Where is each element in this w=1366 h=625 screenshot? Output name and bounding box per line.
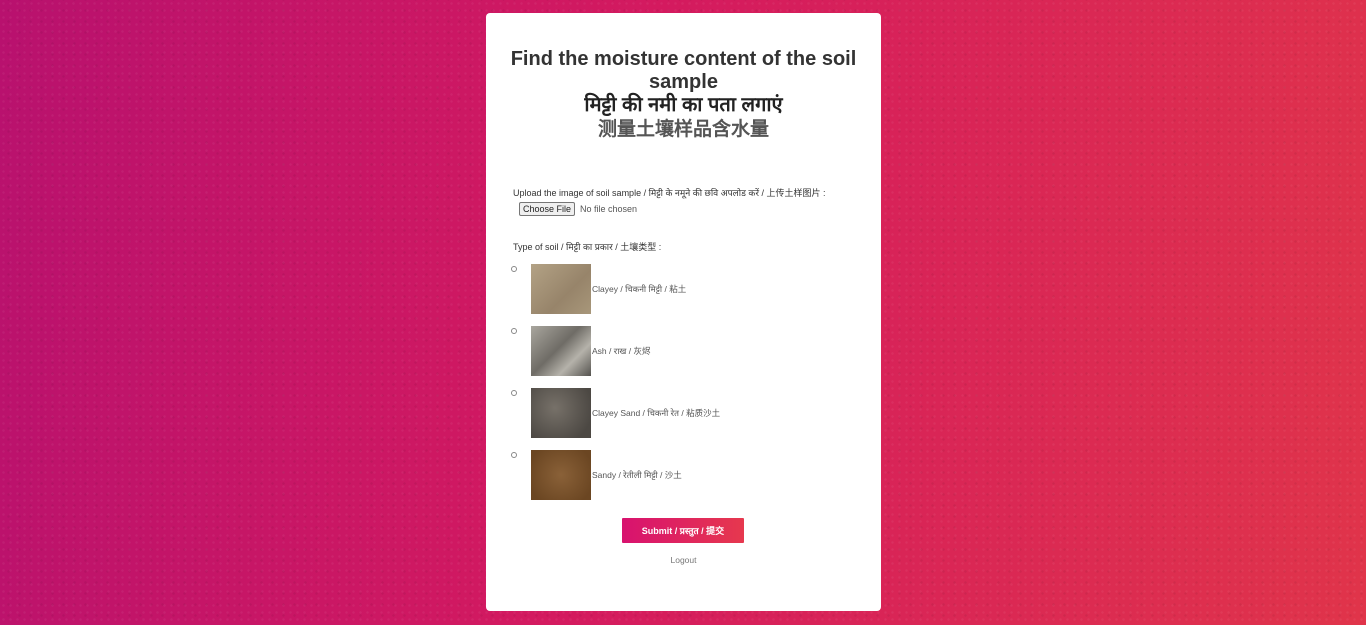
submit-button[interactable]: Submit / प्रस्तुत / 提交 bbox=[622, 518, 744, 543]
page-title-hindi: मिट्टी की नमी का पता लगाएं bbox=[584, 94, 783, 116]
upload-label: Upload the image of soil sample / मिट्टी… bbox=[513, 188, 826, 198]
soil-option-label: Sandy / रेतीली मिट्टी / 沙土 bbox=[592, 470, 682, 480]
choose-file-button[interactable]: Choose File bbox=[519, 202, 576, 216]
form-card: Find the moisture content of the soil sa… bbox=[486, 13, 881, 611]
soil-option-clayey[interactable]: Clayey / चिकनी मिट्टी / 粘土 bbox=[511, 264, 851, 314]
page-title-chinese: 测量土壤样品含水量 bbox=[597, 118, 769, 140]
soil-image-clayey-sand bbox=[531, 388, 591, 438]
soil-image-sandy bbox=[531, 450, 591, 500]
soil-option-clayey-sand[interactable]: Clayey Sand / चिकनी रेत / 粘质沙土 bbox=[511, 388, 851, 438]
soil-option-ash[interactable]: Ash / राख / 灰烬 bbox=[511, 326, 851, 376]
logout-link[interactable]: Logout bbox=[486, 555, 881, 565]
soil-image-clayey bbox=[531, 264, 591, 314]
file-status: No file chosen bbox=[580, 204, 638, 214]
soil-option-label: Ash / राख / 灰烬 bbox=[592, 346, 651, 356]
soil-option-label: Clayey Sand / चिकनी रेत / 粘质沙土 bbox=[592, 408, 721, 418]
radio-ash[interactable] bbox=[511, 328, 517, 334]
soil-option-sandy[interactable]: Sandy / रेतीली मिट्टी / 沙土 bbox=[511, 450, 851, 500]
radio-sandy[interactable] bbox=[511, 452, 517, 458]
file-input[interactable]: Choose File No file chosen bbox=[519, 202, 637, 216]
soil-image-ash bbox=[531, 326, 591, 376]
radio-clayey[interactable] bbox=[511, 266, 517, 272]
page-title-english: Find the moisture content of the soil sa… bbox=[510, 48, 857, 93]
radio-clayey-sand[interactable] bbox=[511, 390, 517, 396]
soil-option-label: Clayey / चिकनी मिट्टी / 粘土 bbox=[592, 284, 687, 294]
soil-type-label: Type of soil / मिट्टी का प्रकार / 土壤类型 : bbox=[513, 242, 662, 252]
